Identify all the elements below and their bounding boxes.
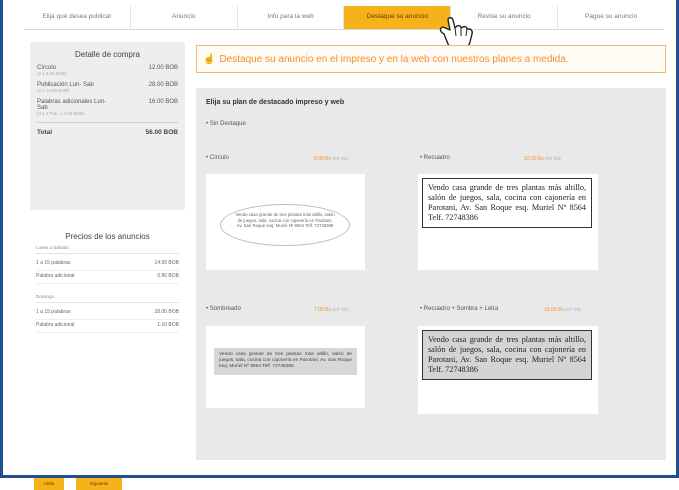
back-button[interactable]: Atrás: [34, 478, 64, 490]
option-circulo[interactable]: • Círculo: [206, 155, 229, 161]
prices-box: Precios de los anuncios Lunes a Sábado 1…: [30, 232, 185, 333]
option-price: 7.00 Bs por día: [314, 307, 348, 313]
tab-anuncio[interactable]: Anuncio: [131, 6, 238, 29]
price-row: Palabra adicional 1.10 BOB: [36, 320, 179, 333]
ad-preview-text: Vendo casa grande de tres plantas más al…: [214, 348, 357, 375]
total-label: Total: [37, 129, 53, 136]
tab-elija[interactable]: Elija qué desea publicar: [24, 6, 131, 29]
price-unit: por día: [545, 156, 561, 162]
option-label: Sombreado: [209, 306, 241, 312]
purchase-total: Total 56.00 BOB: [37, 122, 178, 136]
price-value: 7.00 Bs: [314, 307, 331, 313]
purchase-row-sub: (2 x 6.00 BOB): [37, 71, 67, 76]
app-window: Elija qué desea publicar Anuncio Info pa…: [0, 0, 679, 490]
ad-preview-text: Vendo casa grande de tres plantas más al…: [422, 330, 592, 380]
purchase-detail-title: Detalle de compra: [75, 50, 140, 59]
banner-text: Destaque su anuncio en el impreso y en l…: [219, 53, 569, 65]
ad-preview-text: Vendo casa grande de tres plantas más al…: [422, 178, 592, 228]
price-group: Lunes a Sábado 1 a 15 palabras 14.00 BOB…: [36, 245, 179, 284]
purchase-row-sub: (2 x 14.00 BOB): [37, 88, 70, 93]
next-button[interactable]: Siguiente: [76, 478, 122, 490]
prices-title: Precios de los anuncios: [65, 232, 150, 241]
preview-circulo: Vendo casa grande de tres plantas más al…: [206, 174, 365, 270]
option-label: Recuadro + Sombra + Letra: [423, 306, 499, 312]
price-row-name: 1 a 15 palabras: [36, 309, 71, 315]
step-tabs: Elija qué desea publicar Anuncio Info pa…: [24, 6, 664, 30]
purchase-row: Palabras adicionales Lun-Sab 16.00 BOB: [37, 99, 178, 111]
tab-info-web[interactable]: Info para la web: [238, 6, 345, 29]
price-value: 15.00 Bs: [544, 307, 564, 313]
price-unit: por día: [332, 156, 348, 162]
option-sin-destaque[interactable]: • Sin Destaque: [206, 121, 246, 127]
price-value: 10.00 Bs: [524, 156, 544, 162]
hand-icon: ☝: [203, 53, 216, 65]
option-price: 15.00 Bs por día: [544, 307, 581, 313]
sidebar: Detalle de compra Círculo 12.00 BOB (2 x…: [30, 42, 185, 462]
price-group-heading: Domingo: [36, 294, 179, 303]
price-row: 1 a 15 palabras 14.00 BOB: [36, 258, 179, 271]
price-row-value: 0.80 BOB: [157, 273, 179, 279]
option-price: 6.00 Bs por día: [314, 156, 348, 162]
total-value: 56.00 BOB: [145, 129, 178, 136]
price-group-heading: Lunes a Sábado: [36, 245, 179, 254]
price-value: 6.00 Bs: [314, 156, 331, 162]
frame-border-left: [0, 0, 3, 478]
option-recuadro-sombra-letra[interactable]: • Recuadro + Sombra + Letra: [420, 306, 498, 312]
panel-title: Elija su plan de destacado impreso y web: [206, 99, 345, 106]
price-row: 1 a 15 palabras 18.00 BOB: [36, 307, 179, 320]
option-price: 10.00 Bs por día: [524, 156, 561, 162]
price-row-value: 14.00 BOB: [154, 260, 179, 266]
highlight-banner: ☝ Destaque su anuncio en el impreso y en…: [196, 45, 666, 73]
purchase-row-price: 12.00 BOB: [148, 65, 178, 71]
option-label: Círculo: [209, 155, 229, 161]
purchase-row-price: 16.00 BOB: [148, 99, 178, 105]
option-recuadro[interactable]: • Recuadro: [420, 155, 450, 161]
price-row-name: Palabra adicional: [36, 273, 75, 279]
price-row-value: 18.00 BOB: [154, 309, 179, 315]
purchase-row-price: 28.00 BOB: [148, 82, 178, 88]
price-row-name: Palabra adicional: [36, 322, 75, 328]
price-row-name: 1 a 15 palabras: [36, 260, 71, 266]
option-label: Sin Destaque: [209, 121, 246, 127]
price-row-value: 1.10 BOB: [157, 322, 179, 328]
price-unit: por día: [565, 307, 581, 313]
preview-recuadro-sombra-letra: Vendo casa grande de tres plantas más al…: [418, 326, 598, 414]
price-group: Domingo 1 a 15 palabras 18.00 BOB Palabr…: [36, 294, 179, 333]
purchase-detail: Detalle de compra Círculo 12.00 BOB (2 x…: [30, 42, 185, 210]
purchase-row-sub: (4 x 2 Pub. x 2.00 BOB): [37, 111, 85, 116]
tab-pague[interactable]: Pague su anuncio: [558, 6, 664, 29]
purchase-row-name: Palabras adicionales Lun-Sab: [37, 99, 107, 111]
plan-panel: Elija su plan de destacado impreso y web…: [196, 88, 666, 460]
ad-preview-text: Vendo casa grande de tres plantas más al…: [220, 204, 350, 246]
preview-sombreado: Vendo casa grande de tres plantas más al…: [206, 326, 365, 408]
option-sombreado[interactable]: • Sombreado: [206, 306, 241, 312]
price-unit: por día: [332, 307, 348, 313]
price-row: Palabra adicional 0.80 BOB: [36, 271, 179, 284]
preview-recuadro: Vendo casa grande de tres plantas más al…: [418, 174, 598, 270]
option-label: Recuadro: [423, 155, 450, 161]
